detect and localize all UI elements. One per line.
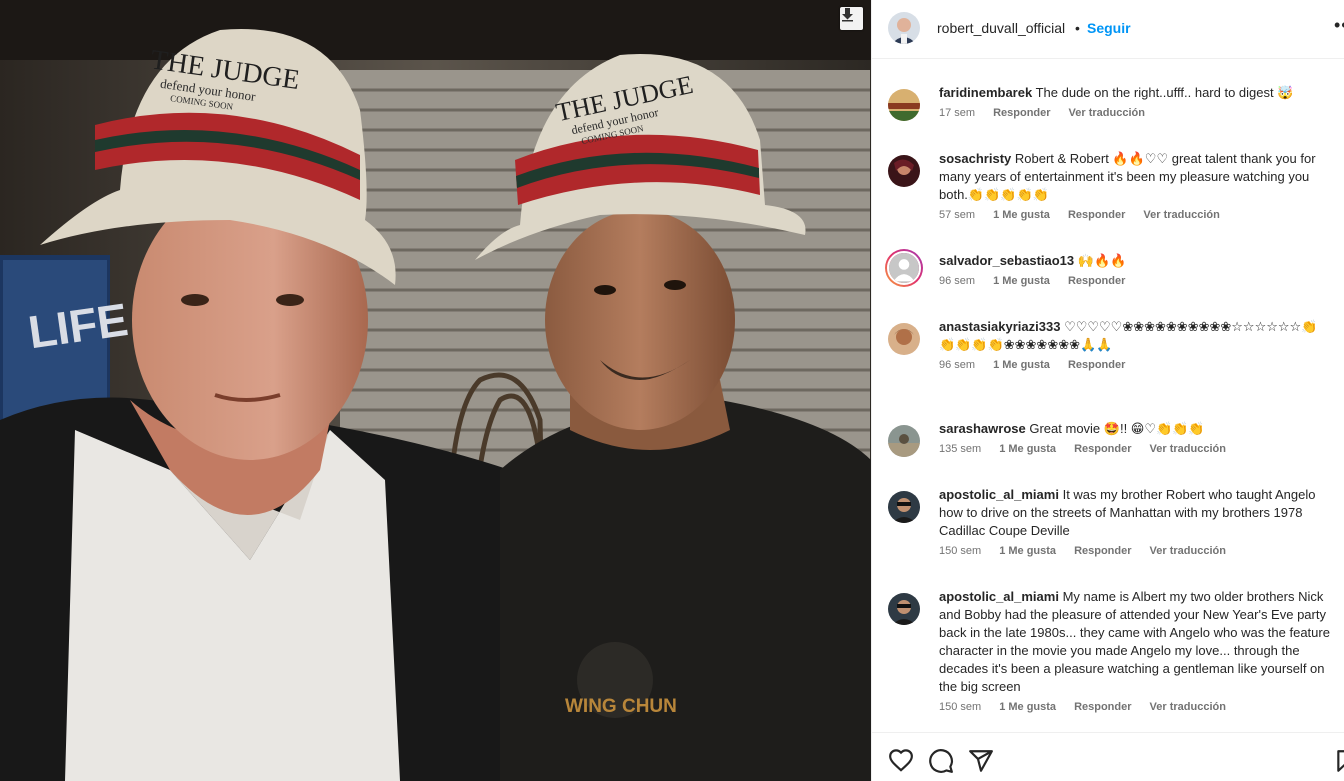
translate-button[interactable]: Ver traducción (1150, 701, 1226, 713)
bookmark-icon[interactable] (1334, 748, 1344, 774)
commenter-username[interactable]: apostolic_al_miami (939, 589, 1059, 604)
svg-text:WING CHUN: WING CHUN (565, 696, 677, 717)
comment-content: The dude on the right..ufff.. hard to di… (1035, 85, 1294, 100)
translate-button[interactable]: Ver traducción (1143, 209, 1219, 221)
comment-meta: 135 sem 1 Me gusta Responder Ver traducc… (939, 443, 1333, 455)
comment-item: apostolic_al_miami It was my brother Rob… (888, 486, 1333, 557)
translate-button[interactable]: Ver traducción (1150, 545, 1226, 557)
download-button[interactable] (840, 7, 863, 30)
comment-text: apostolic_al_miami My name is Albert my … (939, 588, 1333, 696)
likes-count[interactable]: 1 Me gusta (999, 701, 1056, 713)
comment-icon[interactable] (928, 748, 954, 774)
commenter-avatar[interactable] (888, 155, 920, 187)
reply-button[interactable]: Responder (1068, 209, 1125, 221)
story-ring[interactable] (885, 249, 923, 287)
commenter-avatar[interactable] (888, 593, 920, 625)
commenter-username[interactable]: salvador_sebastiao13 (939, 253, 1074, 268)
comment-item: anastasiakyriazi333 ♡♡♡♡♡❀❀❀❀❀❀❀❀❀❀☆☆☆☆☆… (888, 318, 1333, 371)
likes-count[interactable]: 1 Me gusta (993, 209, 1050, 221)
photo-illustration: LIFE THE JUDGE defend your honor COMING … (0, 0, 871, 781)
reply-button[interactable]: Responder (1074, 443, 1131, 455)
separator-dot: • (1075, 20, 1080, 36)
comment-meta: 150 sem 1 Me gusta Responder Ver traducc… (939, 545, 1333, 557)
commenter-username[interactable]: faridinembarek (939, 85, 1032, 100)
commenter-avatar[interactable] (888, 425, 920, 457)
reply-button[interactable]: Responder (1068, 275, 1125, 287)
comment-time[interactable]: 150 sem (939, 701, 981, 713)
comment-meta: 96 sem 1 Me gusta Responder (939, 359, 1333, 371)
comment-text: apostolic_al_miami It was my brother Rob… (939, 486, 1333, 540)
post-photo: LIFE THE JUDGE defend your honor COMING … (0, 0, 871, 781)
comment-meta: 96 sem 1 Me gusta Responder (939, 275, 1333, 287)
reply-button[interactable]: Responder (1068, 359, 1125, 371)
comment-meta: 17 sem Responder Ver traducción (939, 107, 1333, 119)
reply-button[interactable]: Responder (1074, 701, 1131, 713)
more-options-icon[interactable]: ••• (1334, 15, 1344, 36)
translate-button[interactable]: Ver traducción (1069, 107, 1145, 119)
commenter-username[interactable]: sosachristy (939, 151, 1011, 166)
comment-time[interactable]: 96 sem (939, 275, 975, 287)
commenter-avatar (887, 251, 921, 285)
commenter-username[interactable]: sarashawrose (939, 421, 1026, 436)
comment-content: Great movie 🤩!! 😁♡👏👏👏 (1029, 421, 1205, 436)
comment-content: 🙌🔥🔥 (1077, 253, 1127, 268)
post-side-panel: robert_duvall_official • Seguir ••• fari… (871, 0, 1344, 781)
comment-item: sosachristy Robert & Robert 🔥🔥♡♡ great t… (888, 150, 1333, 221)
comment-time[interactable]: 57 sem (939, 209, 975, 221)
comment-item: salvador_sebastiao13 🙌🔥🔥 96 sem 1 Me gus… (885, 249, 1333, 287)
commenter-username[interactable]: anastasiakyriazi333 (939, 319, 1060, 334)
comment-time[interactable]: 96 sem (939, 359, 975, 371)
reply-button[interactable]: Responder (1074, 545, 1131, 557)
likes-count[interactable]: 1 Me gusta (999, 443, 1056, 455)
commenter-avatar[interactable] (888, 323, 920, 355)
comment-text: salvador_sebastiao13 🙌🔥🔥 (939, 252, 1333, 270)
follow-button[interactable]: Seguir (1087, 20, 1131, 36)
commenter-avatar[interactable] (888, 491, 920, 523)
download-icon (842, 8, 853, 22)
comment-content: My name is Albert my two older brothers … (939, 589, 1330, 694)
comment-item: sarashawrose Great movie 🤩!! 😁♡👏👏👏 135 s… (888, 420, 1333, 457)
commenter-username[interactable]: apostolic_al_miami (939, 487, 1059, 502)
share-icon[interactable] (968, 748, 994, 774)
comment-time[interactable]: 17 sem (939, 107, 975, 119)
comment-text: sarashawrose Great movie 🤩!! 😁♡👏👏👏 (939, 420, 1333, 438)
author-username[interactable]: robert_duvall_official (937, 20, 1065, 36)
comment-time[interactable]: 135 sem (939, 443, 981, 455)
commenter-avatar[interactable] (888, 89, 920, 121)
comment-item: faridinembarek The dude on the right..uf… (888, 84, 1333, 121)
comment-text: sosachristy Robert & Robert 🔥🔥♡♡ great t… (939, 150, 1333, 204)
comment-meta: 57 sem 1 Me gusta Responder Ver traducci… (939, 209, 1333, 221)
comment-text: anastasiakyriazi333 ♡♡♡♡♡❀❀❀❀❀❀❀❀❀❀☆☆☆☆☆… (939, 318, 1333, 354)
reply-button[interactable]: Responder (993, 107, 1050, 119)
post-actions-bar (872, 732, 1344, 781)
likes-count[interactable]: 1 Me gusta (999, 545, 1056, 557)
comment-meta: 150 sem 1 Me gusta Responder Ver traducc… (939, 701, 1333, 713)
comments-list[interactable]: faridinembarek The dude on the right..uf… (872, 59, 1344, 731)
likes-count[interactable]: 1 Me gusta (993, 359, 1050, 371)
author-avatar[interactable] (888, 12, 920, 44)
heart-icon[interactable] (888, 748, 914, 774)
comment-item: apostolic_al_miami My name is Albert my … (888, 588, 1333, 713)
translate-button[interactable]: Ver traducción (1150, 443, 1226, 455)
likes-count[interactable]: 1 Me gusta (993, 275, 1050, 287)
post-header: robert_duvall_official • Seguir ••• (872, 0, 1344, 59)
comment-text: faridinembarek The dude on the right..uf… (939, 84, 1333, 102)
comment-time[interactable]: 150 sem (939, 545, 981, 557)
